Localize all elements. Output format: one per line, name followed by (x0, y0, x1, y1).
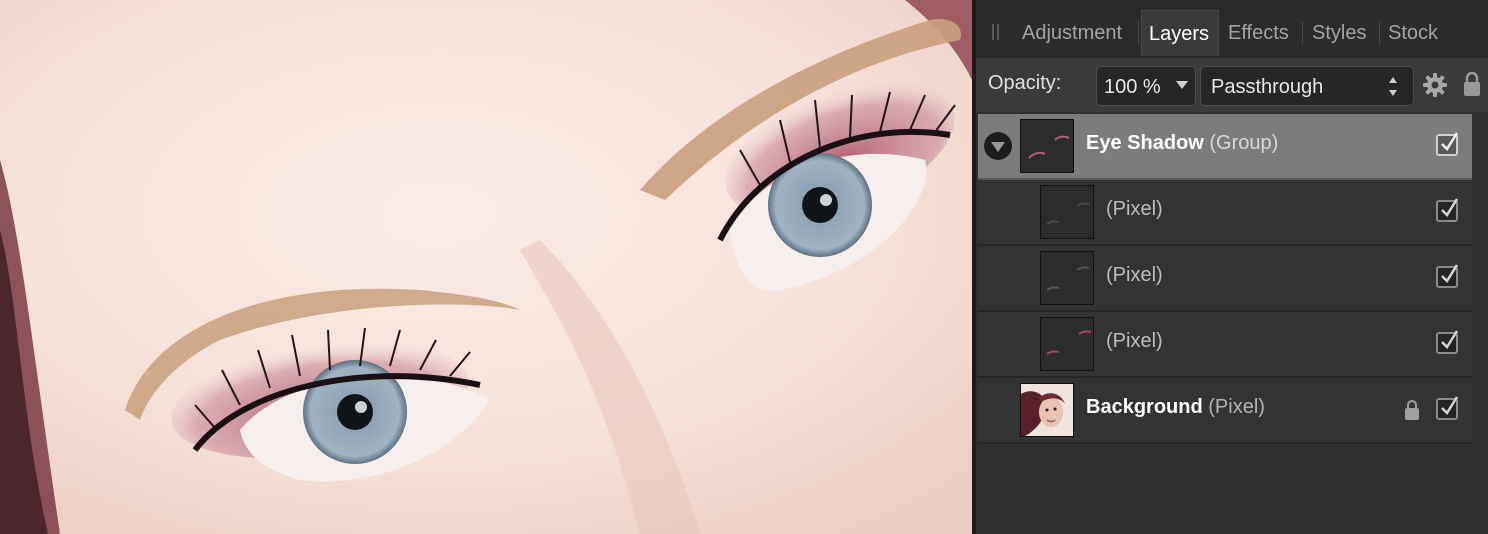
layer-label: (Pixel) (1106, 264, 1163, 287)
layer-row-eye-shadow[interactable]: Eye Shadow (Group) (978, 114, 1472, 180)
stepper-arrows-icon (1389, 77, 1399, 97)
layer-label: (Pixel) (1106, 330, 1163, 353)
layer-type: (Pixel) (1106, 330, 1163, 352)
layer-type: (Pixel) (1106, 198, 1163, 220)
lock-icon[interactable] (1462, 70, 1482, 98)
layers-studio-panel: Adjustment Layers Effects Styles Stock O… (976, 0, 1488, 534)
layers-list: Eye Shadow (Group) (Pixel) (Pixel) (Pixe… (976, 112, 1488, 534)
tab-effects[interactable]: Effects (1228, 10, 1289, 56)
tab-separator (1379, 22, 1380, 44)
tab-separator (1302, 22, 1303, 44)
layer-label: Background (Pixel) (1086, 396, 1265, 419)
document-canvas[interactable] (0, 0, 972, 534)
layer-options-bar: Opacity: 100 % Passthrough (976, 58, 1488, 112)
tab-stock[interactable]: Stock (1388, 10, 1438, 56)
layer-thumbnail (1040, 317, 1094, 371)
tab-separator (1138, 22, 1139, 44)
layer-thumbnail (1040, 185, 1094, 239)
layer-thumbnail (1020, 119, 1074, 173)
tab-styles[interactable]: Styles (1312, 10, 1366, 56)
layer-thumbnail (1020, 383, 1074, 437)
studio-tab-bar: Adjustment Layers Effects Styles Stock (976, 0, 1488, 58)
layer-row-pixel[interactable]: (Pixel) (978, 312, 1472, 378)
layer-name: Background (1086, 396, 1203, 418)
layer-label: (Pixel) (1106, 198, 1163, 221)
layer-type: (Pixel) (1208, 396, 1265, 418)
chevron-down-icon (1176, 81, 1188, 89)
layer-name: Eye Shadow (1086, 132, 1204, 154)
blend-mode-value: Passthrough (1211, 76, 1324, 98)
opacity-value: 100 % (1104, 76, 1161, 98)
visibility-checkbox[interactable] (1436, 264, 1459, 288)
layer-row-pixel[interactable]: (Pixel) (978, 180, 1472, 246)
tab-adjustment[interactable]: Adjustment (1022, 10, 1122, 56)
visibility-checkbox[interactable] (1436, 330, 1459, 354)
opacity-label: Opacity: (988, 72, 1062, 94)
layer-row-background[interactable]: Background (Pixel) (978, 378, 1472, 444)
blend-mode-dropdown[interactable]: Passthrough (1200, 66, 1414, 106)
layer-row-pixel[interactable]: (Pixel) (978, 246, 1472, 312)
visibility-checkbox[interactable] (1436, 198, 1459, 222)
affinity-photo-window: Adjustment Layers Effects Styles Stock O… (0, 0, 1488, 534)
opacity-dropdown[interactable]: 100 % (1096, 66, 1196, 106)
layer-type: (Group) (1209, 132, 1279, 154)
visibility-checkbox[interactable] (1436, 132, 1459, 156)
layer-thumbnail (1040, 251, 1094, 305)
portrait-photo (0, 0, 972, 534)
visibility-checkbox[interactable] (1436, 396, 1459, 420)
lock-icon[interactable] (1404, 398, 1420, 422)
expand-toggle-icon[interactable] (984, 132, 1012, 160)
tab-layers[interactable]: Layers (1141, 10, 1219, 56)
layer-label: Eye Shadow (Group) (1086, 132, 1278, 155)
drag-grip-icon[interactable] (992, 24, 1000, 40)
layer-type: (Pixel) (1106, 264, 1163, 286)
gear-icon[interactable] (1422, 72, 1448, 98)
